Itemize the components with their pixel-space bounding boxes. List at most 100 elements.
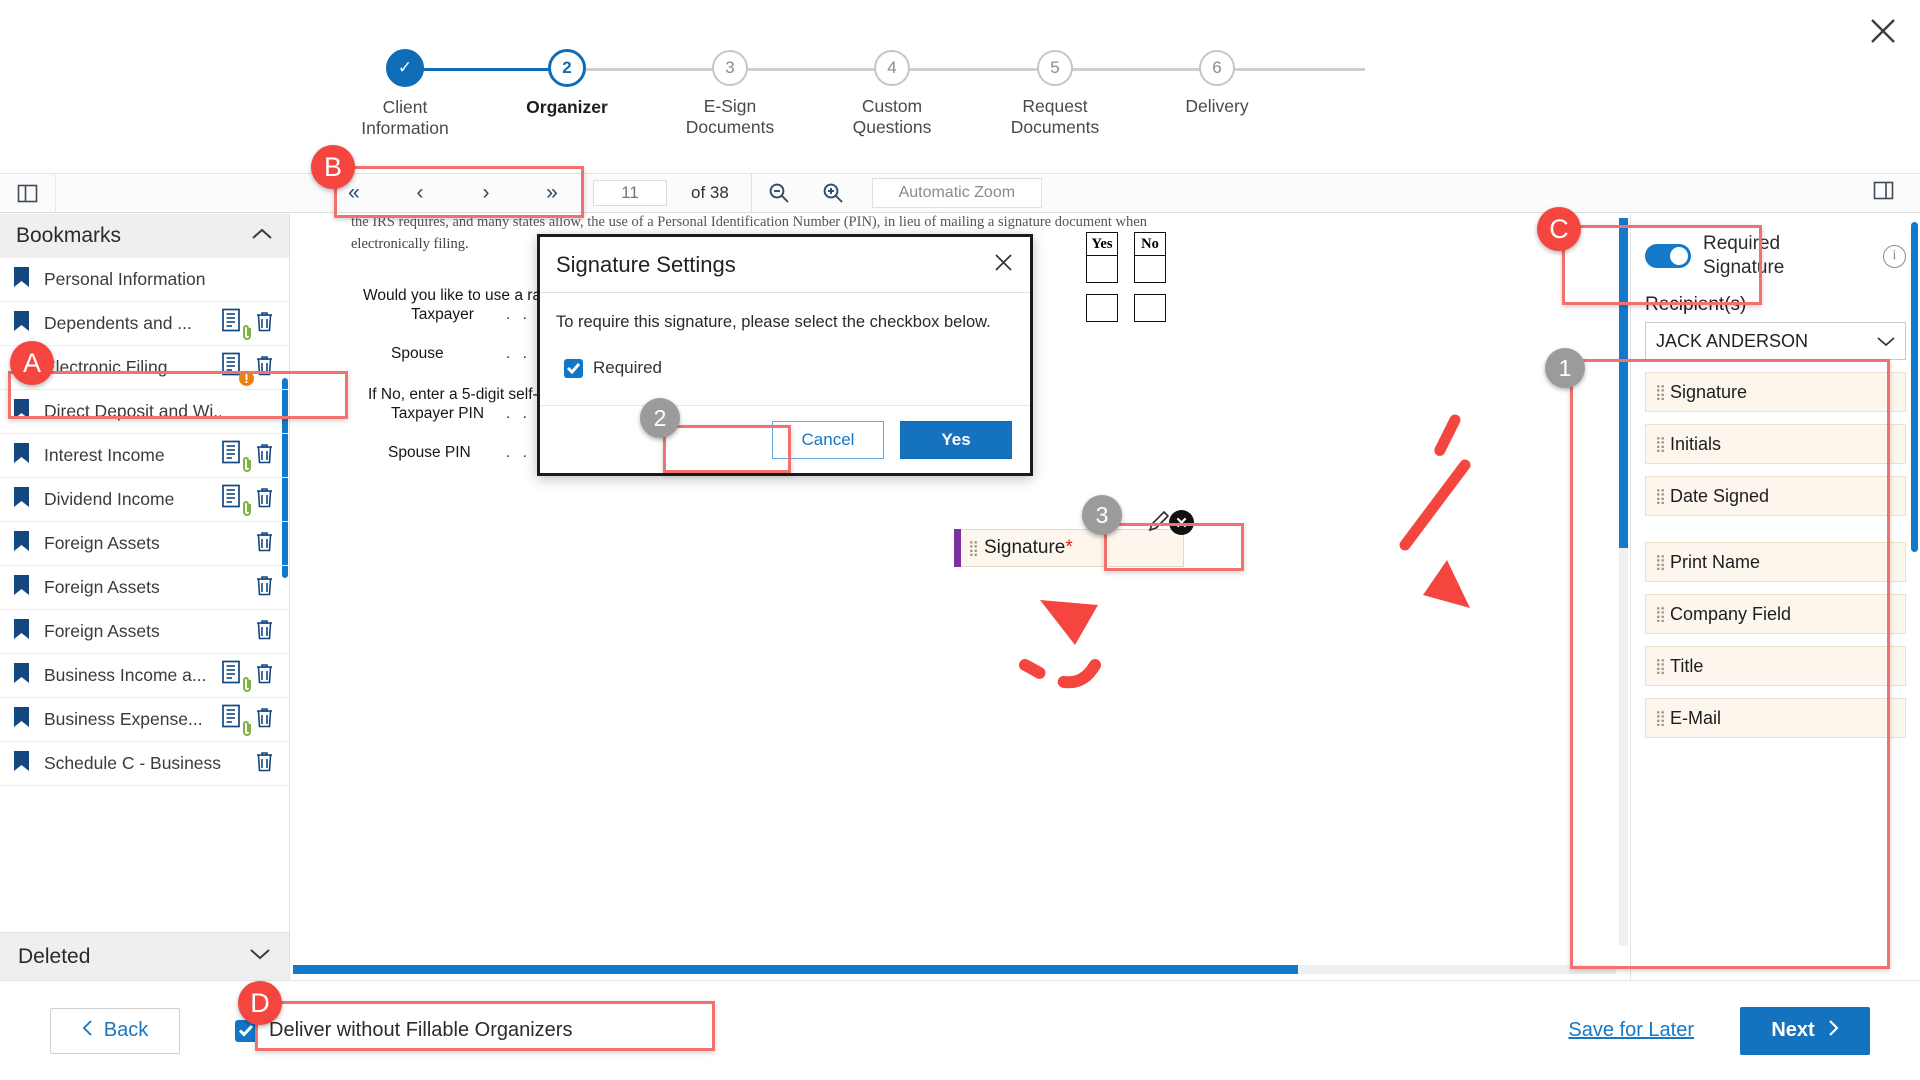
trash-icon[interactable] [249,487,279,513]
step-organizer[interactable]: 2 Organizer [492,30,642,118]
drag-handle-icon[interactable]: ⣿ [1646,435,1670,453]
drag-handle-icon[interactable]: ⣿ [1646,657,1670,675]
trash-icon[interactable] [249,619,279,645]
drag-handle-icon[interactable]: ⣿ [1646,605,1670,623]
drag-handle-icon[interactable]: ⣿ [1646,709,1670,727]
checkbox-spouse-no[interactable] [1134,294,1166,322]
trash-icon[interactable] [249,311,279,337]
step-label-2: Documents [685,117,775,137]
deliver-without-fillable-row[interactable]: Deliver without Fillable Organizers [235,1019,572,1042]
draggable-field-title[interactable]: ⣿ Title [1645,646,1906,686]
required-checkbox-row[interactable]: Required [556,358,1014,378]
bookmark-item[interactable]: Electronic Filing [0,346,289,390]
first-page-button[interactable]: « [321,173,387,213]
bookmark-item[interactable]: Foreign Assets [0,522,289,566]
back-button[interactable]: Back [50,1007,180,1054]
bookmark-item[interactable]: Dividend Income [0,478,289,522]
confirm-yes-button[interactable]: Yes [900,420,1012,459]
right-panel-scrollbar[interactable] [1911,222,1918,552]
next-button[interactable]: Next [1740,1006,1870,1055]
chevron-down-icon[interactable] [249,947,271,966]
drag-handle-icon[interactable]: ⣿ [1646,553,1670,571]
deliver-checkbox[interactable] [235,1019,257,1042]
drag-handle-icon[interactable]: ⣿ [960,539,984,557]
close-icon[interactable] [993,252,1014,278]
deleted-section-header[interactable]: Deleted [0,932,289,980]
step-client-information[interactable]: ✓ Client Information [330,30,480,139]
bookmark-item[interactable]: Business Expense... [0,698,289,742]
pdf-vertical-scrollbar[interactable] [1619,218,1628,946]
prev-page-button[interactable]: ‹ [387,173,453,213]
trash-icon[interactable] [249,443,279,469]
bookmark-item[interactable]: Foreign Assets [0,610,289,654]
bookmark-item[interactable]: Personal Information [0,258,289,302]
document-alert-icon[interactable] [221,352,254,386]
toggle-label-line1: Required [1703,233,1781,254]
required-asterisk: * [1065,537,1073,558]
bookmark-item[interactable]: Business Income a... [0,654,289,698]
info-icon[interactable]: i [1883,244,1906,268]
pdf-horizontal-scrollbar[interactable] [293,965,1616,974]
bookmark-icon [14,311,40,336]
draggable-field-print-name[interactable]: ⣿ Print Name [1645,542,1906,582]
page-number-input[interactable]: 11 [593,180,667,206]
layout-toggle-icon[interactable] [1873,180,1920,206]
save-for-later-link[interactable]: Save for Later [1568,1019,1694,1042]
required-signature-toggle[interactable] [1645,244,1691,268]
drag-handle-icon[interactable]: ⣿ [1646,487,1670,505]
bookmarks-list[interactable]: Personal Information Dependents and ... E… [0,258,289,932]
bookmark-icon [14,663,40,688]
trash-icon[interactable] [249,751,279,777]
document-attachment-icon[interactable] [221,660,251,692]
placed-field-label: Signature [984,537,1066,558]
document-attachment-icon[interactable] [221,484,251,516]
zoom-in-icon[interactable] [806,173,860,213]
close-icon[interactable] [1860,8,1906,54]
last-page-button[interactable]: » [519,173,585,213]
trash-icon[interactable] [249,707,279,733]
trash-icon[interactable] [249,575,279,601]
draggable-field-initials[interactable]: ⣿ Initials [1645,424,1906,464]
bookmark-item[interactable]: Interest Income [0,434,289,478]
bookmark-item[interactable]: Direct Deposit and Wi... [0,390,289,434]
required-signature-toggle-row[interactable]: Required Signature i [1645,232,1906,280]
trash-icon[interactable] [249,531,279,557]
trash-icon[interactable] [249,663,279,689]
field-label: E-Mail [1670,707,1722,728]
cancel-button[interactable]: Cancel [772,420,884,459]
page-nav-group: « ‹ › » [321,173,585,213]
step-label: Client [382,97,428,117]
bookmarks-header[interactable]: Bookmarks [0,214,289,258]
drag-handle-icon[interactable]: ⣿ [1646,383,1670,401]
bookmark-item[interactable]: Schedule C - Business... [0,742,289,786]
checkbox-taxpayer-yes[interactable] [1086,255,1118,283]
step-bubble: 6 [1199,50,1235,86]
document-attachment-icon[interactable] [221,308,251,340]
checkbox-spouse-yes[interactable] [1086,294,1118,322]
zoom-out-icon[interactable] [752,173,806,213]
step-request-documents[interactable]: 5 Request Documents [980,30,1130,138]
recipient-select[interactable]: JACK ANDERSON [1645,322,1906,360]
zoom-group [750,173,860,213]
step-delivery[interactable]: 6 Delivery [1142,30,1292,117]
delete-field-icon[interactable]: ✕ [1169,510,1194,535]
bookmark-item[interactable]: Dependents and ... [0,302,289,346]
draggable-field-e-mail[interactable]: ⣿ E-Mail [1645,698,1906,738]
next-page-button[interactable]: › [453,173,519,213]
step-custom-questions[interactable]: 4 Custom Questions [817,30,967,138]
draggable-field-date-signed[interactable]: ⣿ Date Signed [1645,476,1906,516]
field-label: Title [1670,655,1704,676]
document-attachment-icon[interactable] [221,704,251,736]
bookmark-item[interactable]: Foreign Assets [0,566,289,610]
draggable-field-company-field[interactable]: ⣿ Company Field [1645,594,1906,634]
step-label: E-Sign [703,96,757,116]
chevron-up-icon[interactable] [251,227,273,246]
zoom-level-select[interactable]: Automatic Zoom [871,178,1042,208]
document-attachment-icon[interactable] [221,440,251,472]
step-esign-documents[interactable]: 3 E-Sign Documents [655,30,805,138]
required-checkbox[interactable] [564,358,583,378]
placed-signature-field[interactable]: ⣿ Signature * [954,529,1184,567]
checkbox-taxpayer-no[interactable] [1134,255,1166,283]
draggable-field-signature[interactable]: ⣿ Signature [1645,372,1906,412]
sidebar-toggle-icon[interactable] [0,173,56,213]
